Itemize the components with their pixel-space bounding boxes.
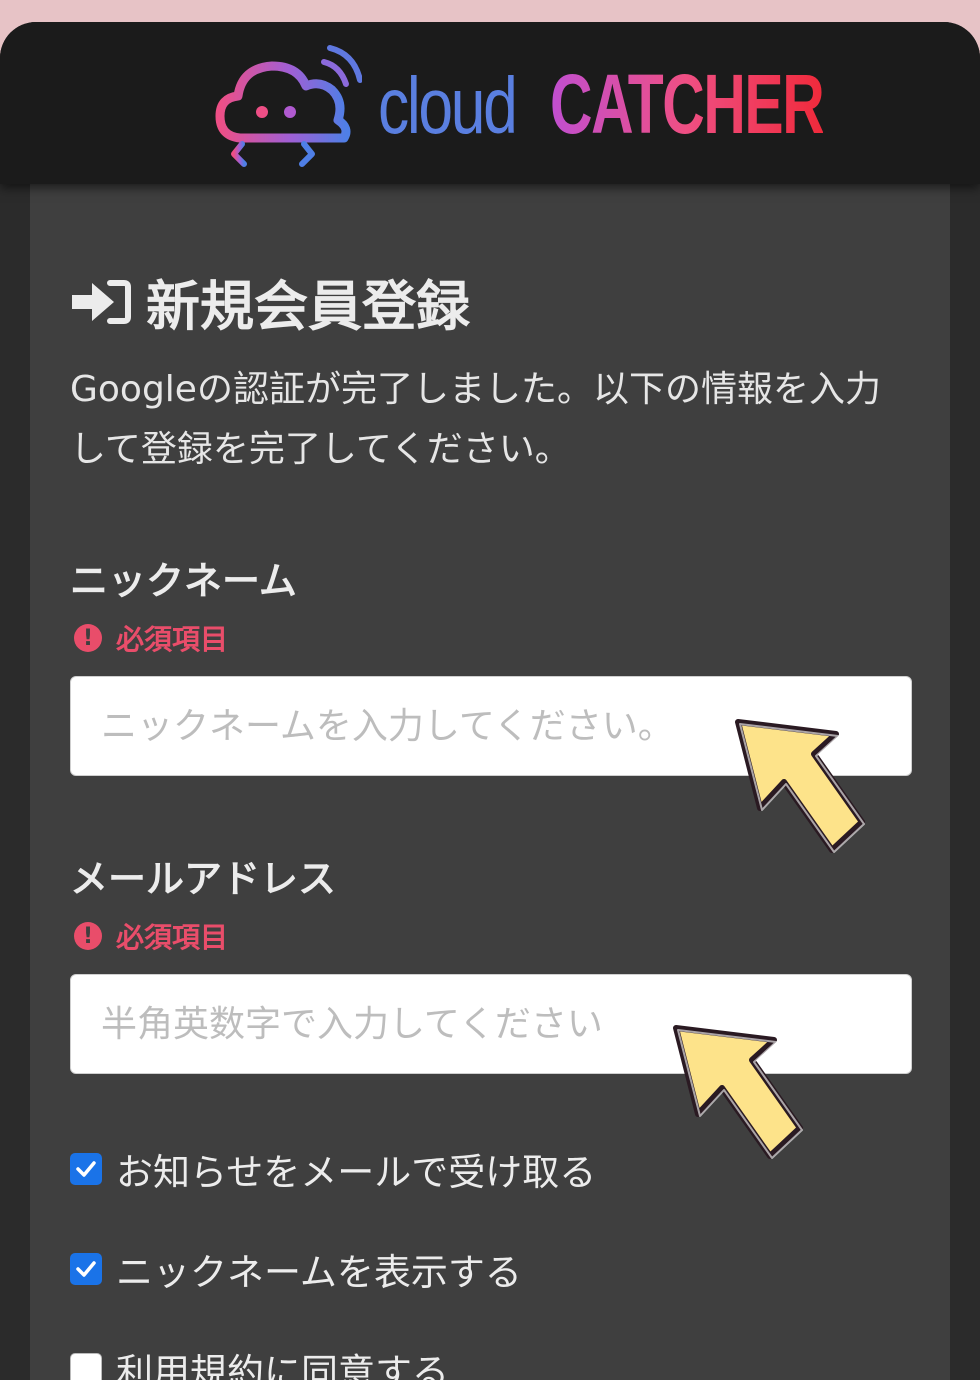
cloud-robot-logo-icon — [215, 45, 362, 167]
page-title-text: 新規会員登録 — [146, 275, 470, 338]
checkbox-show-nickname[interactable]: ニックネームを表示する — [70, 1242, 522, 1296]
checkbox-agree-terms[interactable]: 利用規約に同意する — [70, 1342, 449, 1380]
logo-wordmark: cloud CATCHER — [378, 56, 940, 151]
email-required-badge: ! 必須項目 — [74, 916, 228, 956]
checkbox-notifications[interactable]: お知らせをメールで受け取る — [70, 1142, 596, 1196]
sign-in-icon — [72, 279, 131, 324]
app-header: cloud CATCHER — [0, 22, 980, 184]
email-label: メールアドレス — [70, 857, 337, 901]
description-text: Googleの認証が完了しました。以下の情報を入力して登録を完了してください。 — [70, 369, 881, 470]
nickname-label: ニックネーム — [70, 559, 297, 603]
logo-text-cloud: cloud — [378, 61, 518, 150]
checkbox-label: ニックネームを表示する — [116, 1251, 522, 1294]
checkbox[interactable] — [70, 1153, 102, 1185]
page-title: 新規会員登録 — [70, 262, 470, 341]
checkbox[interactable] — [70, 1353, 102, 1380]
checkbox-label: お知らせをメールで受け取る — [116, 1151, 597, 1194]
nickname-required-badge: ! 必須項目 — [74, 618, 228, 658]
required-text: 必須項目 — [116, 921, 229, 954]
pointer-arrow-icon — [735, 719, 865, 853]
checkmark-icon — [76, 1261, 96, 1277]
pointer-arrow-icon — [673, 1025, 803, 1159]
exclamation-icon: ! — [74, 922, 102, 950]
required-text: 必須項目 — [116, 623, 229, 656]
checkmark-icon — [76, 1161, 96, 1177]
logo-text-catcher: CATCHER — [550, 57, 825, 151]
exclamation-icon: ! — [74, 624, 102, 652]
checkbox-label: 利用規約に同意する — [116, 1351, 449, 1380]
app-window: cloud CATCHER 新規会員登録 Googleの認証が完了しました。以下… — [0, 22, 980, 1380]
checkbox[interactable] — [70, 1253, 102, 1285]
